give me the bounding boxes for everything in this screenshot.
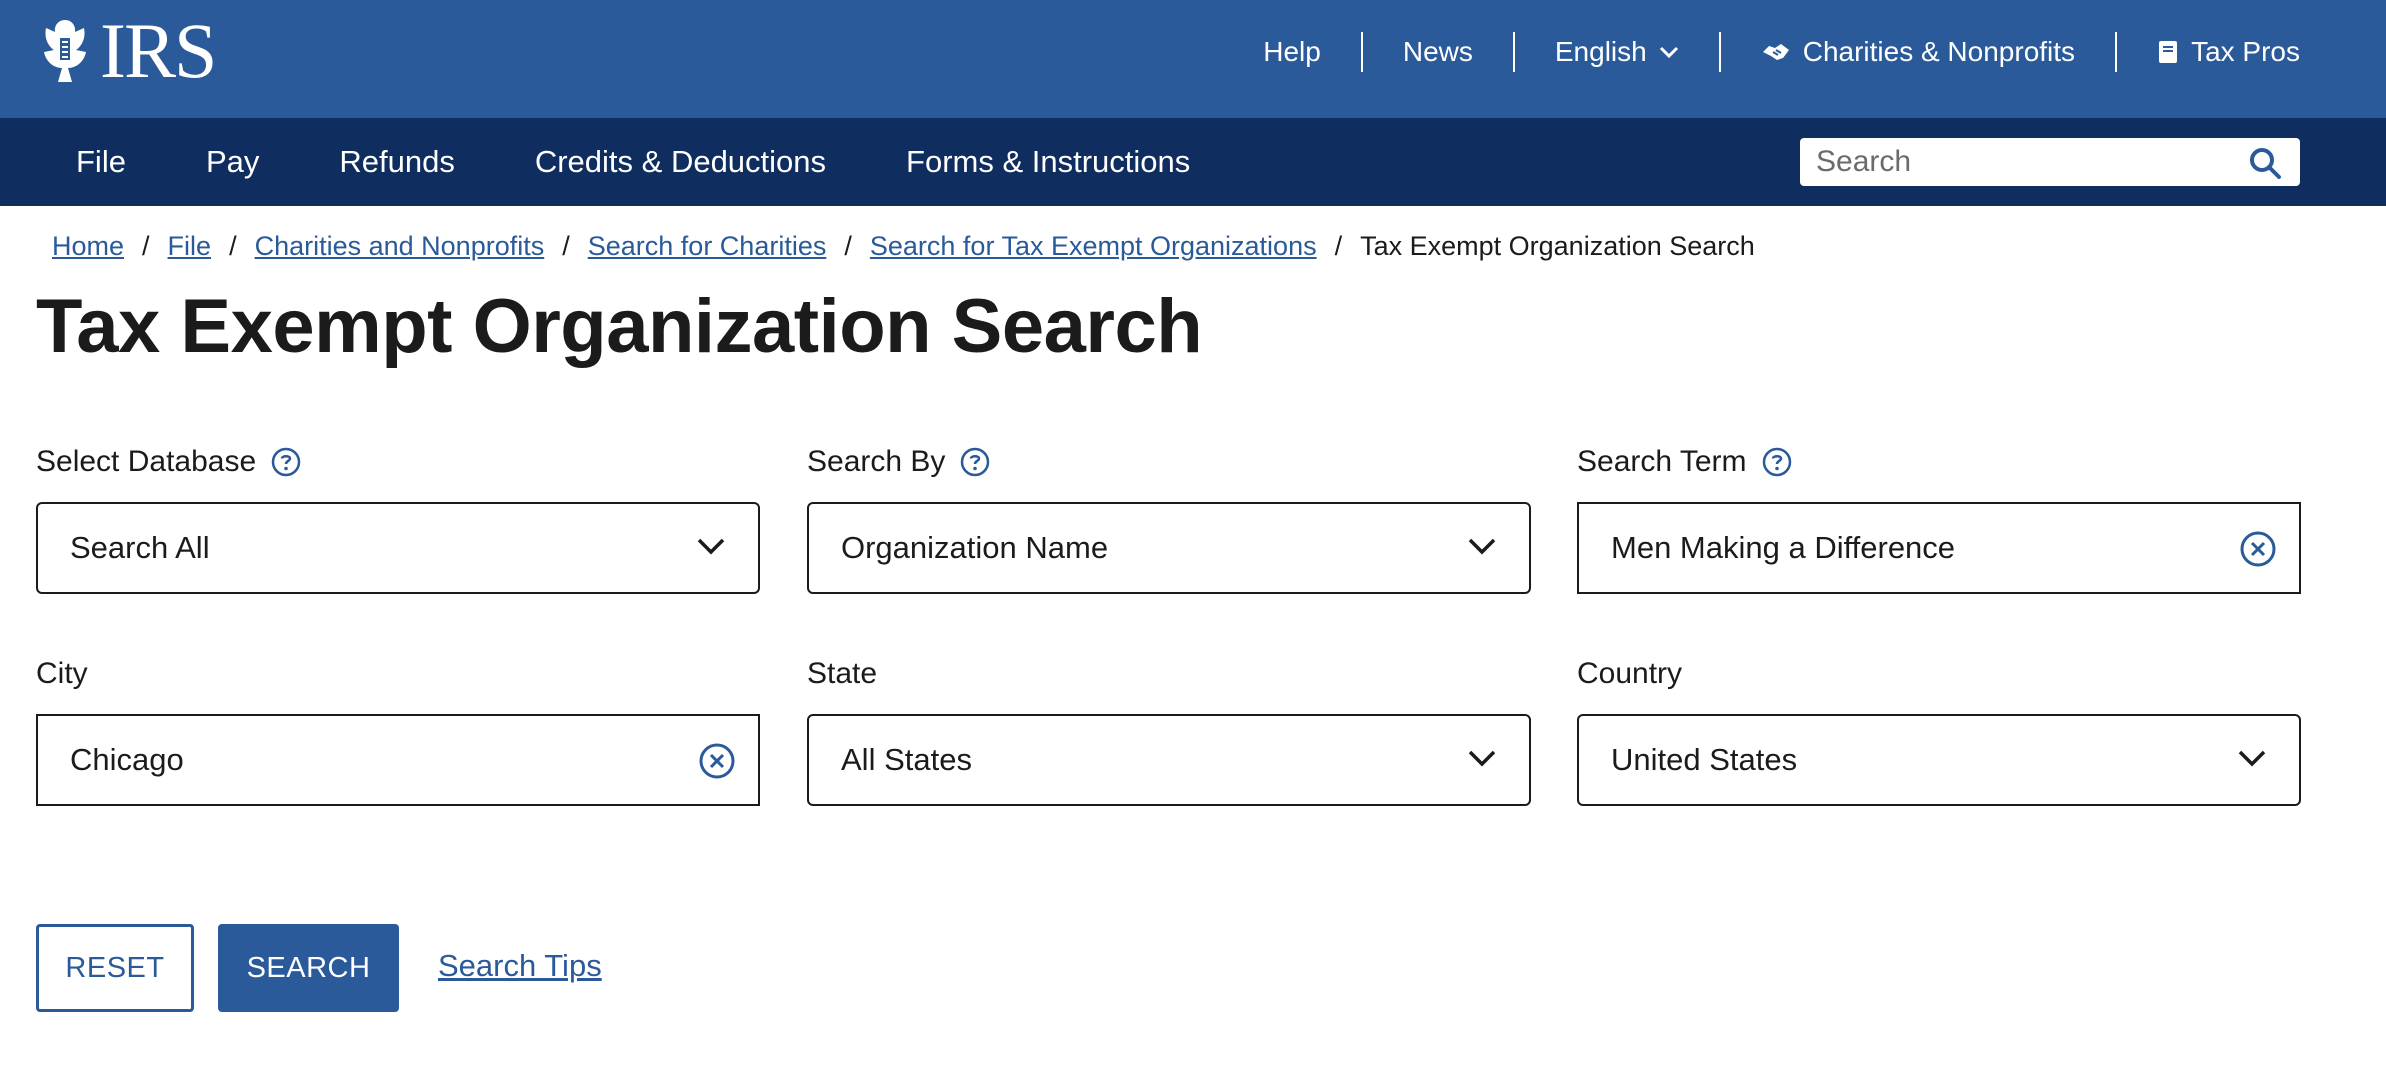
book-icon xyxy=(2157,39,2179,65)
handshake-icon xyxy=(1761,40,1791,64)
search-by-field: Search By Organization Name xyxy=(807,442,1531,594)
question-circle-icon[interactable] xyxy=(1761,446,1793,478)
help-link-label: Help xyxy=(1263,36,1321,67)
state-value: All States xyxy=(841,742,972,777)
search-by-value: Organization Name xyxy=(841,530,1109,565)
state-label: State xyxy=(807,657,878,690)
search-by-label-row: Search By xyxy=(807,442,1531,482)
database-label: Select Database xyxy=(36,445,257,478)
utility-links: Help News English Charities & Nonprofits… xyxy=(1263,0,2386,104)
nav-item-pay[interactable]: Pay xyxy=(166,118,299,206)
taxpros-link[interactable]: Tax Pros xyxy=(2115,32,2386,72)
top-header: IRS Help News English Charities & Nonpro… xyxy=(0,0,2386,118)
help-link[interactable]: Help xyxy=(1263,32,1361,72)
nav-item-forms-instructions[interactable]: Forms & Instructions xyxy=(866,118,1230,206)
city-label-row: City xyxy=(36,654,760,694)
search-icon[interactable] xyxy=(2248,146,2282,185)
nav-item-file[interactable]: File xyxy=(36,118,166,206)
language-label: English xyxy=(1554,36,1647,67)
breadcrumb: Home / File / Charities and Nonprofits /… xyxy=(52,228,1755,264)
state-field: State All States xyxy=(807,654,1531,806)
chevron-down-icon xyxy=(696,536,726,561)
search-term-label: Search Term xyxy=(1577,445,1747,478)
breadcrumb-search-tax-exempt[interactable]: Search for Tax Exempt Organizations xyxy=(870,231,1317,262)
city-value: Chicago xyxy=(70,742,184,777)
page-title: Tax Exempt Organization Search xyxy=(36,284,1203,369)
language-selector[interactable]: English xyxy=(1512,32,1719,72)
country-label-row: Country xyxy=(1577,654,2301,694)
database-select[interactable]: Search All xyxy=(36,502,760,594)
city-field: City Chicago xyxy=(36,654,760,806)
breadcrumb-separator: / xyxy=(229,230,237,261)
city-label: City xyxy=(36,657,88,690)
breadcrumb-separator: / xyxy=(844,230,852,261)
breadcrumb-charities-nonprofits[interactable]: Charities and Nonprofits xyxy=(255,231,545,262)
breadcrumb-separator: / xyxy=(142,230,150,261)
database-label-row: Select Database xyxy=(36,442,760,482)
database-field: Select Database Search All xyxy=(36,442,760,594)
breadcrumb-current: Tax Exempt Organization Search xyxy=(1360,230,1755,261)
nav-item-credits-deductions[interactable]: Credits & Deductions xyxy=(495,118,866,206)
news-link-label: News xyxy=(1402,36,1473,67)
irs-logo[interactable]: IRS xyxy=(36,7,217,94)
search-by-select[interactable]: Organization Name xyxy=(807,502,1531,594)
nav-item-refunds[interactable]: Refunds xyxy=(299,118,494,206)
chevron-down-icon xyxy=(1467,536,1497,561)
country-label: Country xyxy=(1577,657,1683,690)
country-value: United States xyxy=(1611,742,1798,777)
charities-link-label: Charities & Nonprofits xyxy=(1802,36,2076,67)
breadcrumb-separator: / xyxy=(562,230,570,261)
taxpros-link-label: Tax Pros xyxy=(2191,36,2300,67)
city-input[interactable]: Chicago xyxy=(36,714,760,806)
search-term-field: Search Term Men Making a Difference xyxy=(1577,442,2301,594)
database-value: Search All xyxy=(70,530,210,565)
search-input[interactable] xyxy=(1800,145,2220,179)
search-term-label-row: Search Term xyxy=(1577,442,2301,482)
nav-items: File Pay Refunds Credits & Deductions Fo… xyxy=(36,118,1230,206)
main-nav: File Pay Refunds Credits & Deductions Fo… xyxy=(0,118,2386,206)
state-label-row: State xyxy=(807,654,1531,694)
breadcrumb-search-charities[interactable]: Search for Charities xyxy=(588,231,827,262)
chevron-down-icon xyxy=(1659,45,1679,59)
news-link[interactable]: News xyxy=(1360,32,1513,72)
chevron-down-icon xyxy=(2237,748,2267,773)
question-circle-icon[interactable] xyxy=(959,446,991,478)
search-term-input[interactable]: Men Making a Difference xyxy=(1577,502,2301,594)
clear-circle-icon[interactable] xyxy=(698,742,736,785)
country-select[interactable]: United States xyxy=(1577,714,2301,806)
search-by-label: Search By xyxy=(807,445,946,478)
breadcrumb-home[interactable]: Home xyxy=(52,231,124,262)
search-tips-link[interactable]: Search Tips xyxy=(438,948,602,984)
search-button[interactable]: SEARCH xyxy=(218,924,399,1012)
state-select[interactable]: All States xyxy=(807,714,1531,806)
chevron-down-icon xyxy=(1467,748,1497,773)
site-search xyxy=(1800,138,2300,186)
clear-circle-icon[interactable] xyxy=(2239,530,2277,573)
charities-link[interactable]: Charities & Nonprofits xyxy=(1718,32,2115,72)
question-circle-icon[interactable] xyxy=(270,446,302,478)
country-field: Country United States xyxy=(1577,654,2301,806)
search-term-value: Men Making a Difference xyxy=(1611,530,1956,565)
logo-text: IRS xyxy=(100,7,217,94)
reset-button[interactable]: RESET xyxy=(36,924,194,1012)
eagle-logo-icon xyxy=(36,16,94,86)
breadcrumb-file[interactable]: File xyxy=(168,231,212,262)
breadcrumb-separator: / xyxy=(1334,230,1343,261)
